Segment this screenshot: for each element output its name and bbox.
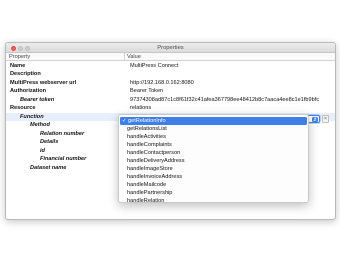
property-key: Bearer token <box>20 96 55 103</box>
dropdown-option[interactable]: handleImageStore <box>119 165 308 173</box>
property-column-header[interactable]: Property <box>9 54 30 60</box>
value-column-header[interactable]: Value <box>127 54 141 60</box>
dropdown-option[interactable]: handleRelation <box>119 197 308 205</box>
row-resource[interactable]: Resource relations <box>6 105 335 113</box>
function-dropdown-menu: ✓ getRelationInfo getRelationsList handl… <box>118 114 309 205</box>
property-key: Function <box>20 113 44 120</box>
clear-value-button[interactable]: × <box>322 115 329 123</box>
property-value[interactable]: 97374308ad87c1c8f61f32c41afea367798ee484… <box>130 97 319 103</box>
row-name[interactable]: Name MultiPress Connect <box>6 62 335 70</box>
dropdown-option[interactable]: handleDeliveryAddress <box>119 157 308 165</box>
property-key: id <box>40 147 45 154</box>
window-title: Properties <box>157 44 184 51</box>
property-key: Authorization <box>10 88 47 95</box>
property-key: Financial number <box>40 156 87 163</box>
property-key: Name <box>10 62 26 69</box>
dropdown-option-getRelationInfo[interactable]: ✓ getRelationInfo <box>120 116 307 125</box>
property-key: Relation number <box>40 130 85 137</box>
column-header: Property Value <box>6 53 335 61</box>
checkmark-icon: ✓ <box>122 117 127 124</box>
property-key: Dataset name <box>30 164 67 171</box>
row-webserver-url[interactable]: MultiPress webserver url http://192.168.… <box>6 79 335 87</box>
property-value[interactable]: MultiPress Connect <box>130 63 179 69</box>
dropdown-option[interactable]: handleComplaints <box>119 141 308 149</box>
property-value[interactable]: Bearer Token <box>130 88 163 94</box>
dropdown-option[interactable]: handleMailcode <box>119 181 308 189</box>
option-label: getRelationInfo <box>128 117 166 124</box>
dropdown-option[interactable]: handleInvoiceAddress <box>119 173 308 181</box>
dropdown-option[interactable]: handlePartnership <box>119 189 308 197</box>
property-key: Resource <box>10 105 36 112</box>
row-authorization[interactable]: Authorization Bearer Token <box>6 88 335 96</box>
dropdown-option[interactable]: handleActivities <box>119 133 308 141</box>
property-value[interactable]: http://192.168.0.162:8080 <box>130 80 194 86</box>
property-key: Details <box>40 139 59 146</box>
updown-chevron-icon[interactable]: ⇵ <box>312 117 318 122</box>
property-key: MultiPress webserver url <box>10 79 77 86</box>
dropdown-option[interactable]: getRelationsList <box>119 125 308 133</box>
row-description[interactable]: Description <box>6 71 335 79</box>
property-key: Method <box>30 122 50 129</box>
property-value[interactable]: relations <box>130 105 151 111</box>
title-bar: Properties <box>6 43 335 53</box>
column-divider[interactable] <box>124 53 125 61</box>
property-key: Description <box>10 71 41 78</box>
row-bearer-token[interactable]: Bearer token 97374308ad87c1c8f61f32c41af… <box>6 96 335 104</box>
dropdown-option[interactable]: handleContactperson <box>119 149 308 157</box>
